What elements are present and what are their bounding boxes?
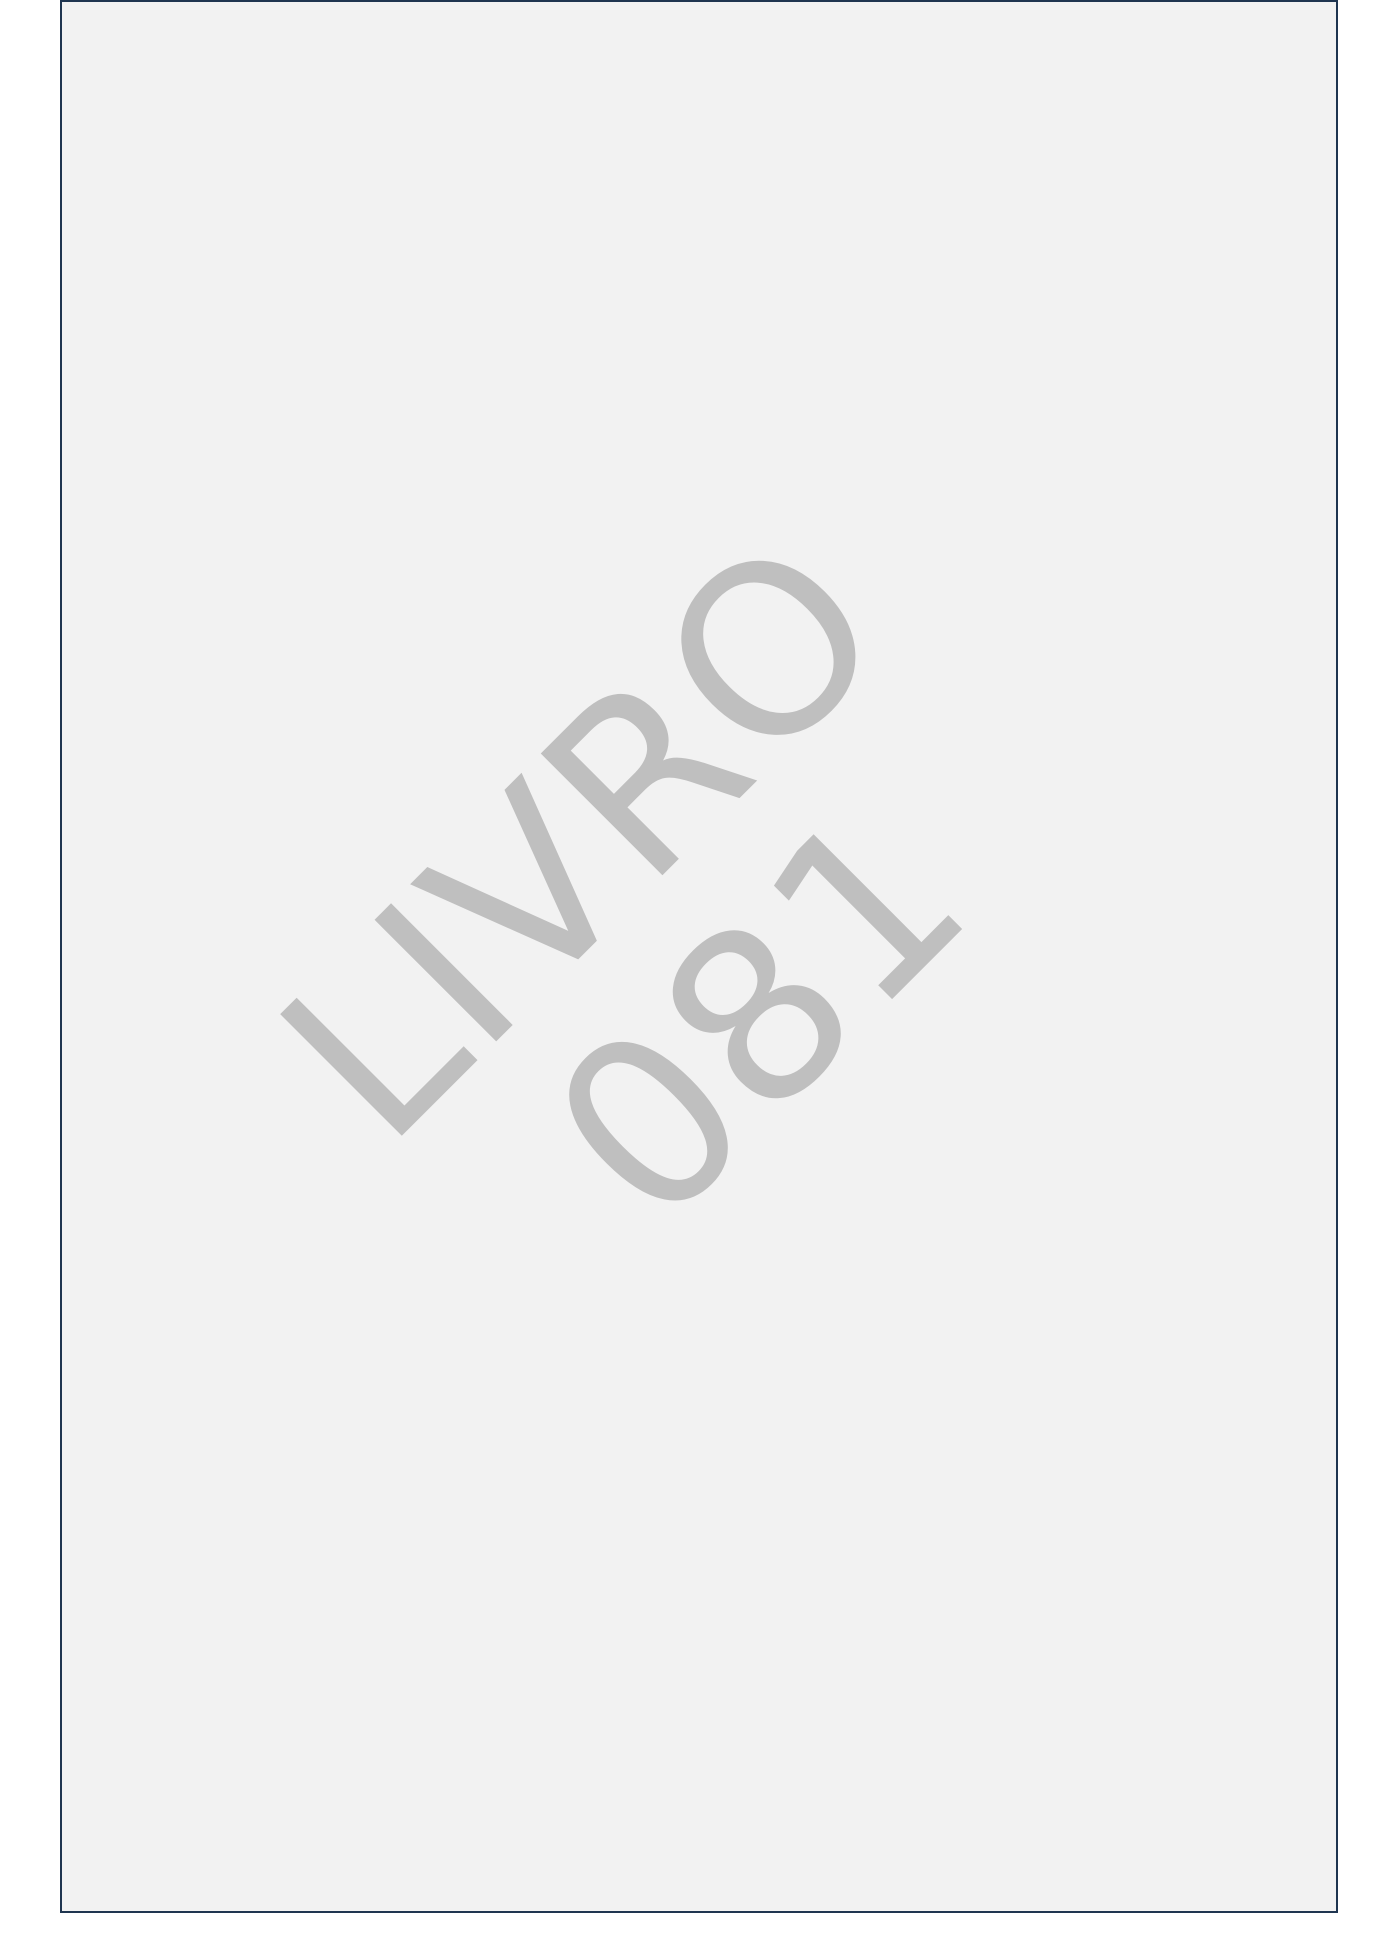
book-cover-placeholder: LIVRO 081 [60, 0, 1338, 1913]
cover-watermark: LIVRO 081 [142, 397, 1217, 1472]
